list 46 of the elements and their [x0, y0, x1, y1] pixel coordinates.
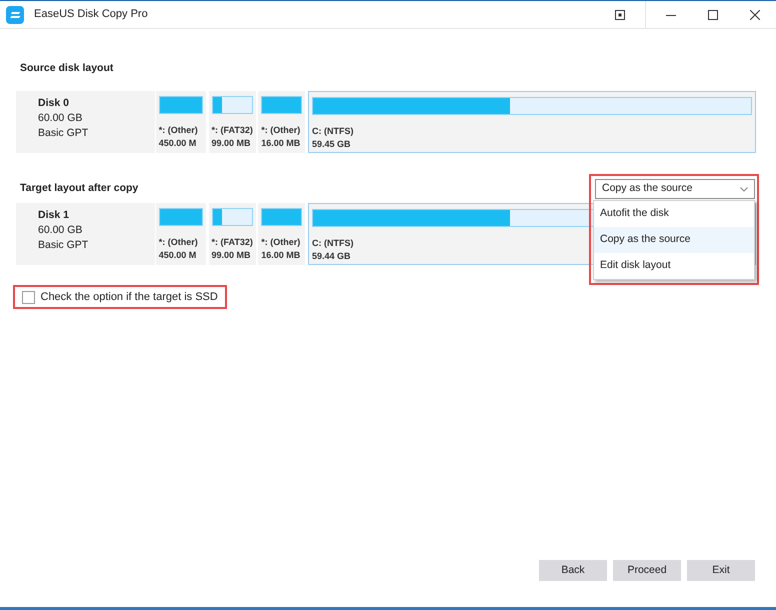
- partition-tile[interactable]: *: (Other) 450.00 M: [156, 203, 206, 265]
- partition-size: 16.00 MB: [261, 249, 300, 262]
- maximize-icon: [708, 10, 718, 20]
- disk-size: 60.00 GB: [38, 223, 84, 238]
- close-icon: [750, 10, 760, 20]
- partition-size: 450.00 M: [158, 249, 196, 262]
- partition-size: 99.00 MB: [212, 137, 251, 150]
- partition-tile[interactable]: *: (Other) 16.00 MB: [258, 203, 306, 265]
- partition-label: C: (NTFS): [312, 237, 354, 250]
- partition-label: *: (FAT32): [212, 124, 253, 137]
- select-value: Copy as the source: [602, 181, 692, 196]
- chevron-icon: [740, 186, 748, 192]
- partition-tile[interactable]: *: (FAT32) 99.00 MB: [208, 91, 256, 153]
- disk-name: Disk 0: [38, 96, 70, 111]
- section-heading: Source disk layout: [20, 61, 114, 76]
- partition-size: 59.44 GB: [312, 250, 351, 263]
- layout-select[interactable]: Copy as the source: [595, 179, 755, 199]
- partition-label: *: (Other): [261, 236, 300, 249]
- partition-size: 450.00 M: [158, 137, 196, 150]
- partition-label: *: (FAT32): [212, 236, 253, 249]
- action-button[interactable]: Exit: [687, 560, 755, 581]
- partition-label: C: (NTFS): [312, 125, 354, 138]
- disk-name: Disk 1: [38, 208, 70, 223]
- partition-label: *: (Other): [158, 236, 198, 249]
- partition-tile[interactable]: C: (NTFS) 59.45 GB: [308, 91, 756, 153]
- dropdown-item[interactable]: Autofit the disk: [594, 201, 754, 227]
- disk-type: Basic GPT: [38, 238, 90, 253]
- action-button[interactable]: Back: [539, 560, 607, 581]
- disk-size: 60.00 GB: [38, 111, 84, 126]
- checkbox[interactable]: [22, 290, 35, 304]
- partition-size: 16.00 MB: [261, 137, 300, 150]
- partition-size: 99.00 MB: [212, 249, 251, 262]
- partition-tile[interactable]: *: (Other) 450.00 M: [156, 91, 206, 153]
- action-button[interactable]: Proceed: [613, 560, 681, 581]
- disk-type: Basic GPT: [38, 126, 90, 141]
- window-title: EaseUS Disk Copy Pro: [34, 7, 149, 22]
- partition-size: 59.45 GB: [312, 138, 351, 151]
- dropdown-item[interactable]: Copy as the source: [594, 227, 754, 253]
- partition-tile[interactable]: *: (Other) 16.00 MB: [258, 91, 306, 153]
- partition-label: *: (Other): [261, 124, 300, 137]
- partition-label: *: (Other): [158, 124, 198, 137]
- section-heading: Target layout after copy: [20, 181, 138, 196]
- checkbox-label: Check the option if the target is SSD: [40, 290, 218, 305]
- app-logo-icon: [6, 6, 24, 24]
- pin-icon: [615, 10, 625, 20]
- partition-tile[interactable]: *: (FAT32) 99.00 MB: [208, 203, 256, 265]
